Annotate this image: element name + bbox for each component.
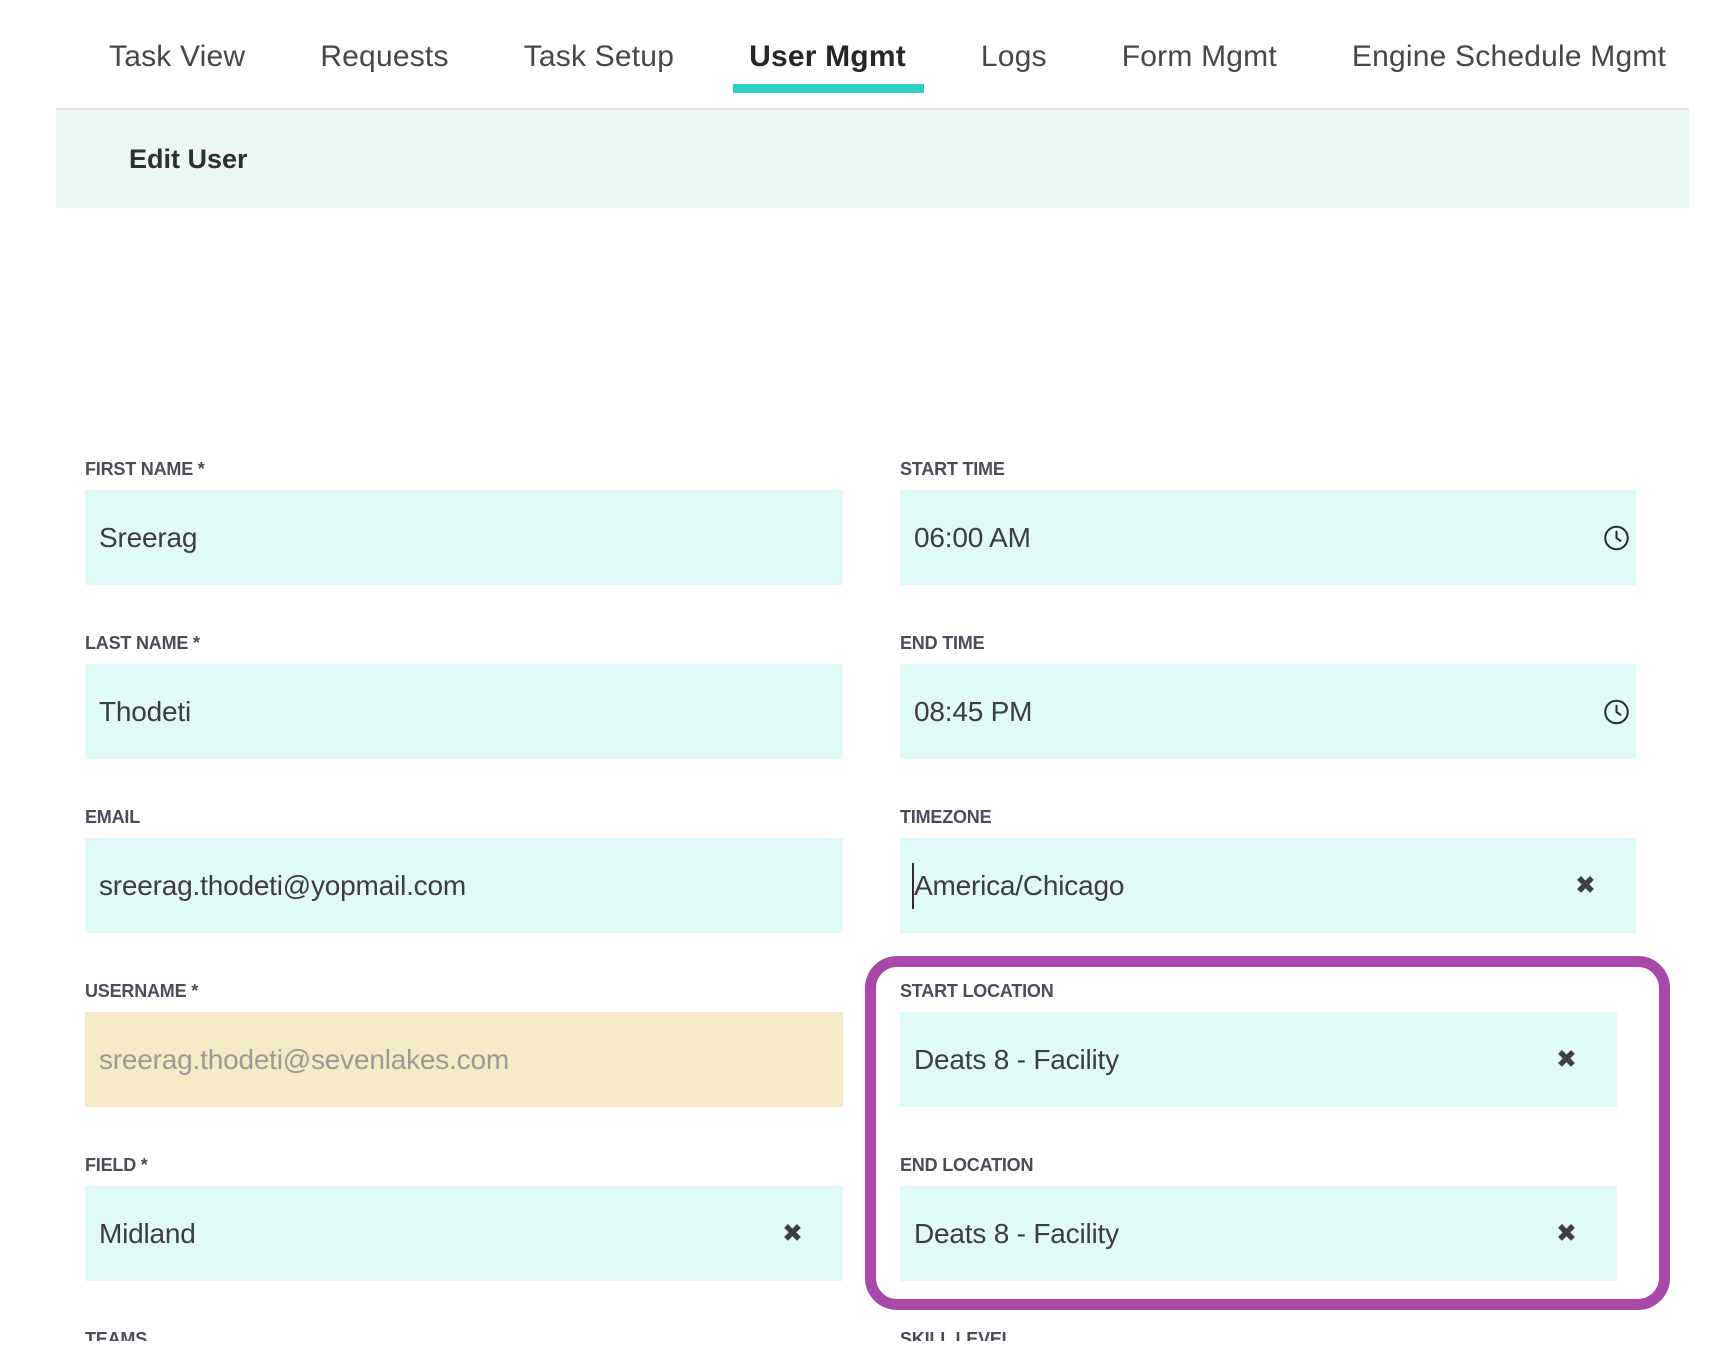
- teams-label: TEAMS: [85, 1328, 843, 1341]
- tab-form-mgmt[interactable]: Form Mgmt: [1122, 40, 1277, 108]
- form-column-right: START TIME 06:00 AM END TIME 08:45 PM TIMEZO…: [900, 458, 1636, 1341]
- field-select[interactable]: Midland ✖: [85, 1186, 843, 1281]
- last-name-value: Thodeti: [99, 696, 191, 728]
- end-time-value: 08:45 PM: [914, 696, 1032, 728]
- start-location-label: START LOCATION: [900, 980, 1636, 1002]
- first-name-text-input[interactable]: Sreerag: [85, 490, 843, 585]
- field-clear-icon[interactable]: ✖: [782, 1221, 803, 1246]
- end-time-clock-icon[interactable]: [1603, 698, 1630, 725]
- email-label: EMAIL: [85, 806, 843, 828]
- start-time-value: 06:00 AM: [914, 522, 1031, 554]
- page-title: Edit User: [129, 144, 248, 175]
- tab-user-mgmt[interactable]: User Mgmt: [749, 40, 906, 108]
- username-label: USERNAME *: [85, 980, 843, 1002]
- end-time-label: END TIME: [900, 632, 1636, 654]
- end-time-time-picker[interactable]: 08:45 PM: [900, 664, 1636, 759]
- first-name-label: FIRST NAME *: [85, 458, 843, 480]
- form-row-end-location: END LOCATION Deats 8 - Facility ✖: [900, 1154, 1636, 1281]
- start-time-label: START TIME: [900, 458, 1636, 480]
- edit-user-header-bar: Edit User: [56, 108, 1689, 208]
- tab-engine-schedule-mgmt[interactable]: Engine Schedule Mgmt: [1352, 40, 1666, 108]
- tab-requests[interactable]: Requests: [320, 40, 448, 108]
- form-row-username: USERNAME * sreerag.thodeti@sevenlakes.com: [85, 980, 843, 1107]
- timezone-label: TIMEZONE: [900, 806, 1636, 828]
- tab-task-view[interactable]: Task View: [109, 40, 245, 108]
- top-tab-bar: Task View Requests Task Setup User Mgmt Logs…: [0, 0, 1734, 108]
- form-row-teams: TEAMS: [85, 1328, 843, 1341]
- form-row-field: FIELD * Midland ✖: [85, 1154, 843, 1281]
- timezone-value: America/Chicago: [914, 870, 1124, 902]
- username-value: sreerag.thodeti@sevenlakes.com: [99, 1044, 509, 1076]
- form-column-left: FIRST NAME * Sreerag LAST NAME * Thodeti EMA…: [85, 458, 843, 1341]
- start-location-clear-icon[interactable]: ✖: [1556, 1047, 1577, 1072]
- timezone-select[interactable]: America/Chicago ✖: [900, 838, 1636, 933]
- username-text-input: sreerag.thodeti@sevenlakes.com: [85, 1012, 843, 1107]
- start-time-clock-icon[interactable]: [1603, 524, 1630, 551]
- form-row-first-name: FIRST NAME * Sreerag: [85, 458, 843, 585]
- form-row-start-location: START LOCATION Deats 8 - Facility ✖: [900, 980, 1636, 1107]
- form-row-email: EMAIL sreerag.thodeti@yopmail.com: [85, 806, 843, 933]
- last-name-label: LAST NAME *: [85, 632, 843, 654]
- skill-level-label: SKILL LEVEL: [900, 1328, 1636, 1341]
- form-row-timezone: TIMEZONE America/Chicago ✖: [900, 806, 1636, 933]
- field-value: Midland: [99, 1218, 196, 1250]
- start-location-value: Deats 8 - Facility: [914, 1044, 1119, 1076]
- tab-task-setup[interactable]: Task Setup: [524, 40, 674, 108]
- field-label: FIELD *: [85, 1154, 843, 1176]
- end-location-clear-icon[interactable]: ✖: [1556, 1221, 1577, 1246]
- edit-user-page: { "nav": { "tabs": [ { "label": "Task Vi…: [0, 0, 1734, 1364]
- email-text-input[interactable]: sreerag.thodeti@yopmail.com: [85, 838, 843, 933]
- tab-logs[interactable]: Logs: [981, 40, 1047, 108]
- form-row-end-time: END TIME 08:45 PM: [900, 632, 1636, 759]
- form-row-start-time: START TIME 06:00 AM: [900, 458, 1636, 585]
- start-time-time-picker[interactable]: 06:00 AM: [900, 490, 1636, 585]
- timezone-clear-icon[interactable]: ✖: [1575, 873, 1596, 898]
- last-name-text-input[interactable]: Thodeti: [85, 664, 843, 759]
- first-name-value: Sreerag: [99, 522, 197, 554]
- end-location-label: END LOCATION: [900, 1154, 1636, 1176]
- end-location-select[interactable]: Deats 8 - Facility ✖: [900, 1186, 1617, 1281]
- form-row-last-name: LAST NAME * Thodeti: [85, 632, 843, 759]
- end-location-value: Deats 8 - Facility: [914, 1218, 1119, 1250]
- form-row-skill-level: SKILL LEVEL: [900, 1328, 1636, 1341]
- start-location-select[interactable]: Deats 8 - Facility ✖: [900, 1012, 1617, 1107]
- email-value: sreerag.thodeti@yopmail.com: [99, 870, 466, 902]
